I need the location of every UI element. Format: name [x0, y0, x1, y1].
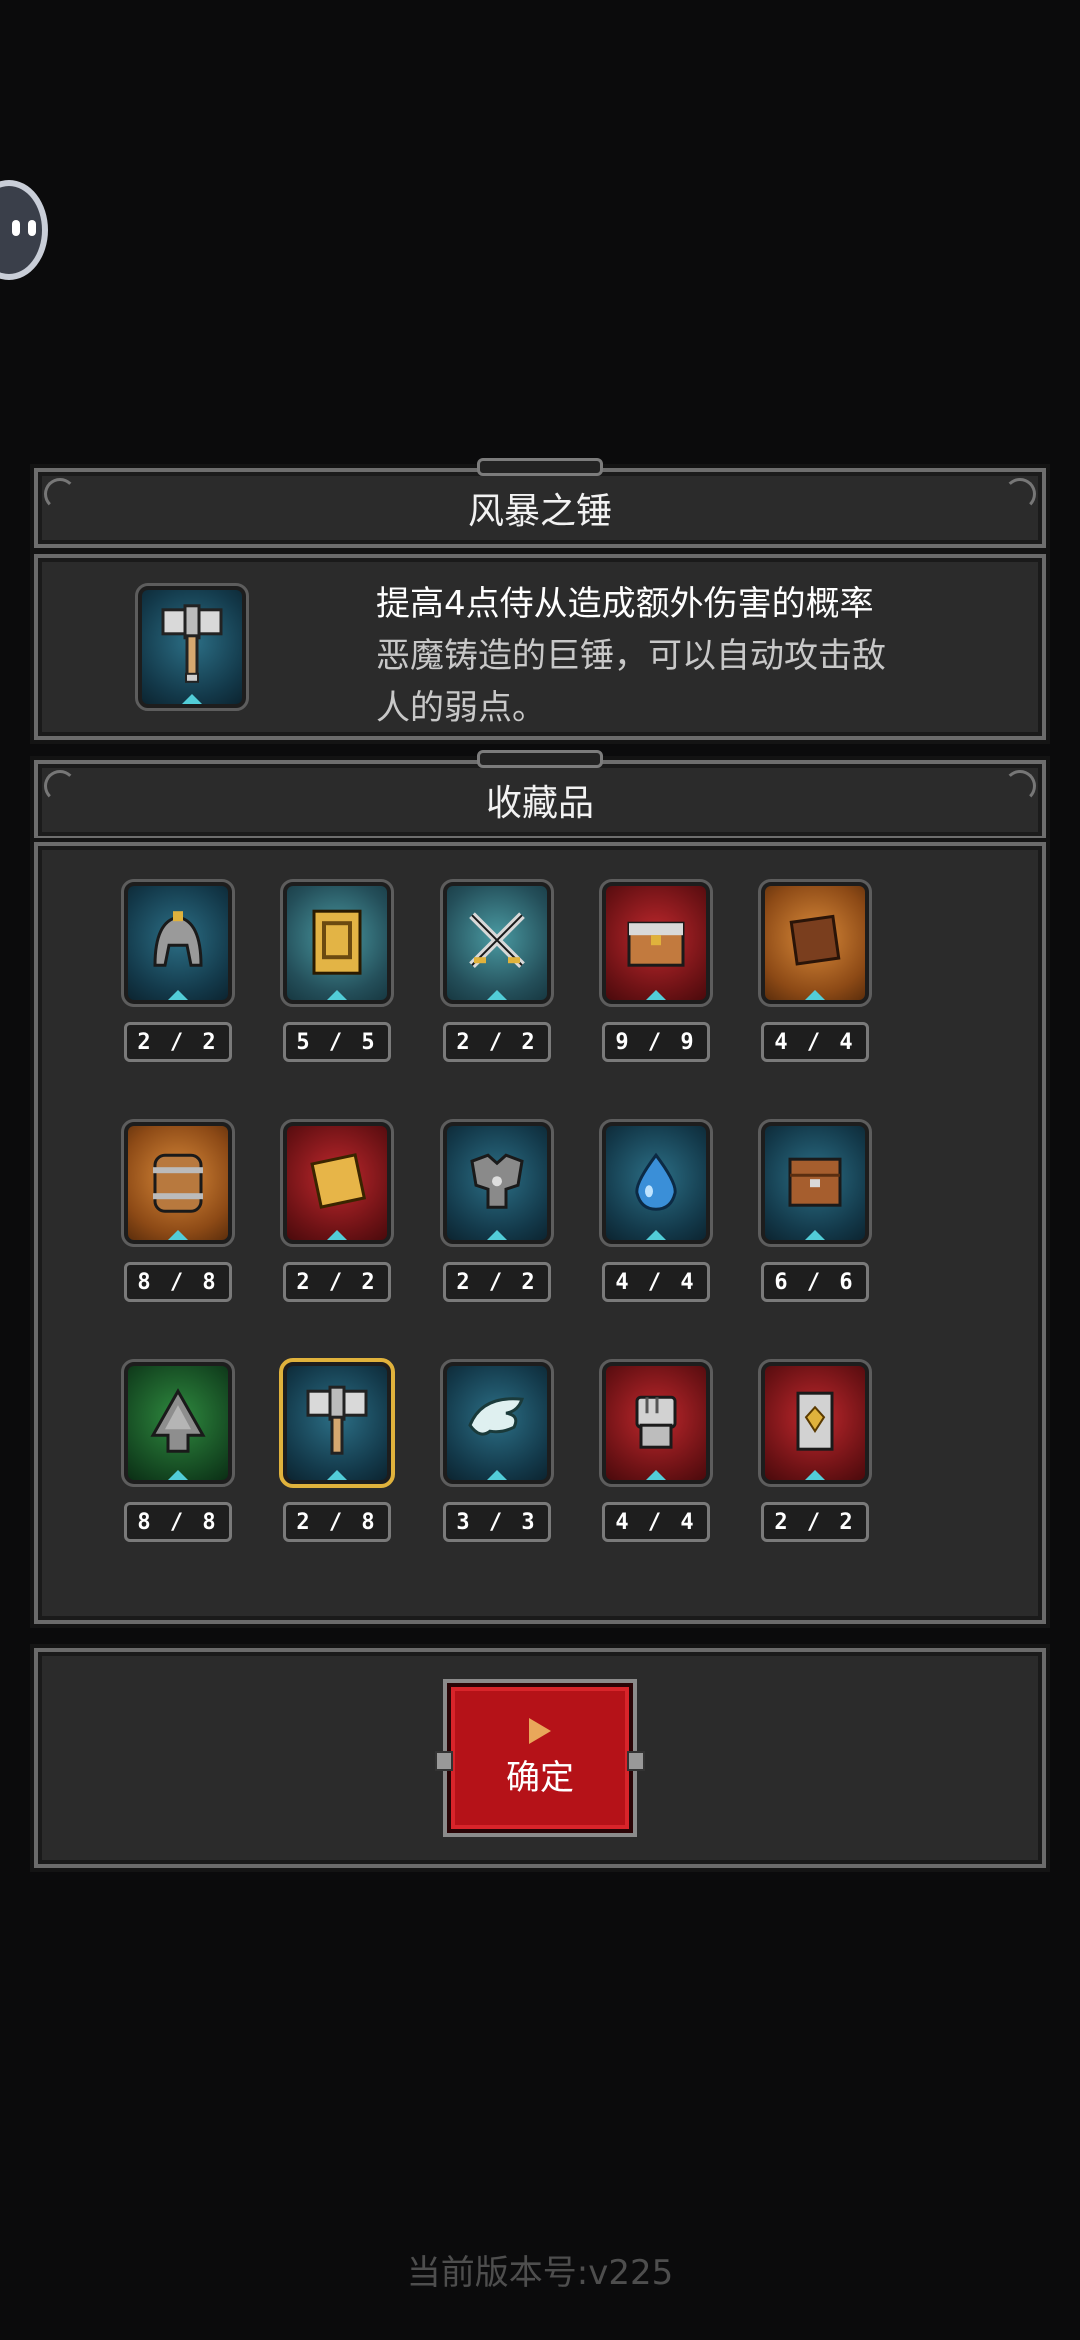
collection-item-brown-tablet[interactable] — [758, 879, 872, 1007]
collection-item-wooden-box[interactable] — [758, 1119, 872, 1247]
corner-ornament — [44, 478, 76, 510]
treasure-chest-icon — [627, 921, 685, 967]
tier-marker — [166, 1470, 190, 1480]
tier-marker — [166, 1230, 190, 1240]
collection-item-green-tree[interactable] — [121, 1359, 235, 1487]
corner-ornament — [44, 770, 76, 802]
crossed-swords-icon — [469, 912, 525, 969]
tier-marker — [325, 1470, 349, 1480]
collection-count: 5 / 5 — [283, 1022, 391, 1062]
shield-gem-icon — [796, 1391, 834, 1451]
collection-item-scroll[interactable] — [280, 1119, 394, 1247]
corner-ornament — [1004, 478, 1036, 510]
title-ornament — [477, 750, 603, 768]
brown-tablet-icon — [789, 914, 841, 966]
button-nub — [435, 1751, 453, 1771]
tier-marker — [644, 1470, 668, 1480]
tier-marker — [644, 1230, 668, 1240]
water-drop-icon — [635, 1152, 677, 1211]
collection-count: 8 / 8 — [124, 1502, 232, 1542]
collection-count: 2 / 2 — [443, 1262, 551, 1302]
version-text: 当前版本号:v225 — [406, 2253, 674, 2293]
collection-count: 6 / 6 — [761, 1262, 869, 1302]
play-icon — [529, 1717, 551, 1744]
barrel-icon — [153, 1153, 203, 1213]
floating-assistant-button[interactable] — [0, 180, 48, 280]
item-effect: 提高4点侍从造成额外伤害的概率 — [376, 584, 874, 624]
collection-panel: 2 / 2 5 / 5 2 / 2 9 / 9 4 / 4 8 / 8 2 / 2 2 / 2… — [34, 842, 1046, 1624]
tier-marker — [485, 990, 509, 1000]
eye-icon — [12, 220, 20, 236]
collection-item-helmet[interactable] — [121, 879, 235, 1007]
item-detail-panel: 提高4点侍从造成额外伤害的概率 恶魔铸造的巨锤，可以自动攻击敌 人的弱点。 — [34, 554, 1046, 740]
tier-marker — [803, 1230, 827, 1240]
collection-count: 2 / 2 — [443, 1022, 551, 1062]
selected-item-icon — [135, 583, 249, 711]
collection-count: 4 / 4 — [602, 1262, 710, 1302]
eye-icon — [28, 220, 36, 236]
green-tree-icon — [150, 1388, 206, 1453]
confirm-button[interactable]: 确定 — [435, 1683, 645, 1833]
tier-marker — [325, 990, 349, 1000]
scroll-icon — [310, 1153, 367, 1209]
wing-icon — [468, 1397, 525, 1436]
collection-item-wing[interactable] — [440, 1359, 554, 1487]
collection-count: 4 / 4 — [602, 1502, 710, 1542]
collection-count: 3 / 3 — [443, 1502, 551, 1542]
confirm-button-label: 确定 — [506, 1757, 574, 1798]
collection-count: 9 / 9 — [602, 1022, 710, 1062]
collection-count: 4 / 4 — [761, 1022, 869, 1062]
collection-item-barrel[interactable] — [121, 1119, 235, 1247]
collection-count: 2 / 8 — [283, 1502, 391, 1542]
item-title: 风暴之锤 — [467, 491, 612, 532]
button-nub — [627, 1751, 645, 1771]
hammer-icon — [161, 604, 223, 683]
collection-count: 8 / 8 — [124, 1262, 232, 1302]
tier-marker — [325, 1230, 349, 1240]
item-description-line2: 人的弱点。 — [376, 688, 546, 728]
fist-icon — [635, 1395, 677, 1449]
item-text-block: 提高4点侍从造成额外伤害的概率 恶魔铸造的巨锤，可以自动攻击敌 人的弱点。 — [376, 578, 1016, 734]
collection-item-fist[interactable] — [599, 1359, 713, 1487]
collection-count: 2 / 2 — [761, 1502, 869, 1542]
tier-marker — [485, 1230, 509, 1240]
helmet-icon — [153, 911, 203, 967]
tier-marker — [485, 1470, 509, 1480]
collection-count: 2 / 2 — [283, 1262, 391, 1302]
tier-marker — [166, 990, 190, 1000]
title-ornament — [477, 458, 603, 476]
corner-ornament — [1004, 770, 1036, 802]
collection-item-treasure-chest[interactable] — [599, 879, 713, 1007]
collection-item-shield-gem[interactable] — [758, 1359, 872, 1487]
tier-marker — [803, 1470, 827, 1480]
tier-marker — [644, 990, 668, 1000]
collection-item-armor[interactable] — [440, 1119, 554, 1247]
item-title-bar: 风暴之锤 — [34, 458, 1046, 548]
gold-card-icon — [312, 909, 362, 975]
collection-item-hammer[interactable] — [279, 1358, 395, 1488]
collection-item-water-drop[interactable] — [599, 1119, 713, 1247]
armor-icon — [470, 1153, 524, 1209]
collection-count: 2 / 2 — [124, 1022, 232, 1062]
collection-title-bar: 收藏品 — [34, 750, 1046, 840]
collection-item-gold-card[interactable] — [280, 879, 394, 1007]
item-description-line1: 恶魔铸造的巨锤，可以自动攻击敌 — [376, 636, 886, 676]
tier-marker — [180, 694, 204, 704]
collection-title: 收藏品 — [485, 783, 594, 824]
hammer-icon — [306, 1385, 368, 1455]
tier-marker — [803, 990, 827, 1000]
wooden-box-icon — [788, 1157, 842, 1207]
collection-item-crossed-swords[interactable] — [440, 879, 554, 1007]
